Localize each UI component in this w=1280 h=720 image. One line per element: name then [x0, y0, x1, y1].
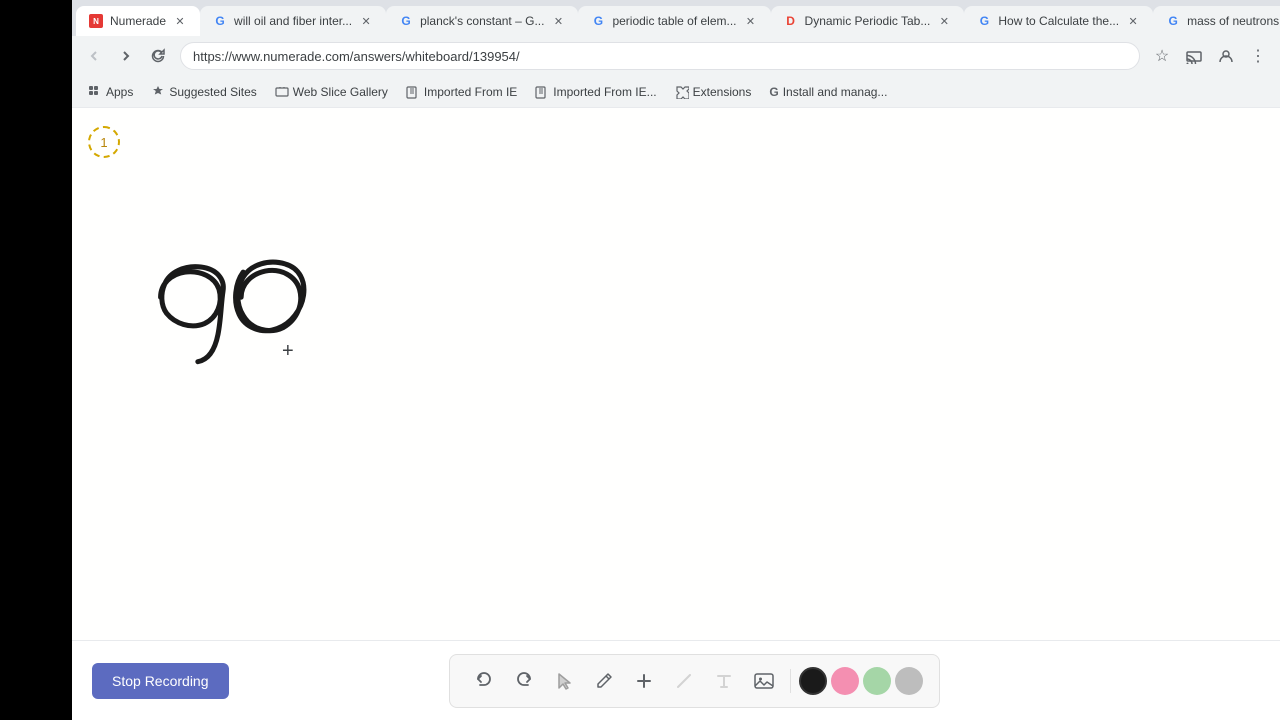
color-black[interactable] [799, 667, 827, 695]
bookmark-apps-label: Apps [106, 85, 133, 99]
navigation-toolbar: https://www.numerade.com/answers/whitebo… [72, 36, 1280, 76]
tab-plancks[interactable]: G planck's constant – G... ✕ [386, 6, 578, 36]
bookmarks-bar: Apps Suggested Sites Web Slice Gallery I… [72, 76, 1280, 108]
color-green[interactable] [863, 667, 891, 695]
tab-will-oil-close[interactable]: ✕ [358, 13, 374, 29]
page-content: 1 + Stop Recording [72, 108, 1280, 720]
cast-button[interactable] [1180, 42, 1208, 70]
tab-periodic-close[interactable]: ✕ [743, 13, 759, 29]
reload-button[interactable] [144, 42, 172, 70]
bookmark-imported1-label: Imported From IE [424, 85, 517, 99]
numerade-favicon: N [88, 13, 104, 29]
tab-plancks-title: planck's constant – G... [420, 14, 544, 28]
tab-plancks-close[interactable]: ✕ [550, 13, 566, 29]
tab-periodic[interactable]: G periodic table of elem... ✕ [578, 6, 770, 36]
bookmark-suggested[interactable]: Suggested Sites [143, 81, 264, 103]
select-tool-button[interactable] [546, 663, 582, 699]
tab-plancks-favicon: G [398, 13, 414, 29]
tab-how-to[interactable]: G How to Calculate the... ✕ [964, 6, 1153, 36]
image-tool-button[interactable] [746, 663, 782, 699]
browser-window: N Numerade ✕ G will oil and fiber inter.… [72, 0, 1280, 720]
tab-periodic-favicon: G [590, 13, 606, 29]
back-button[interactable] [80, 42, 108, 70]
add-button[interactable] [626, 663, 662, 699]
menu-button[interactable]: ⋮ [1244, 42, 1272, 70]
profile-button[interactable] [1212, 42, 1240, 70]
page-number-indicator: 1 [88, 126, 120, 158]
bookmark-imported2-label: Imported From IE... [553, 85, 656, 99]
color-pink[interactable] [831, 667, 859, 695]
tab-how-to-title: How to Calculate the... [998, 14, 1119, 28]
handwriting-canvas [72, 108, 1280, 720]
whiteboard[interactable]: 1 + Stop Recording [72, 108, 1280, 720]
tab-dynamic-title: Dynamic Periodic Tab... [805, 14, 931, 28]
tab-dynamic[interactable]: D Dynamic Periodic Tab... ✕ [771, 6, 965, 36]
tab-periodic-title: periodic table of elem... [612, 14, 736, 28]
forward-button[interactable] [112, 42, 140, 70]
color-gray[interactable] [895, 667, 923, 695]
undo-button[interactable] [466, 663, 502, 699]
tab-dynamic-favicon: D [783, 13, 799, 29]
tab-mass-favicon: G [1165, 13, 1181, 29]
bookmark-webslice[interactable]: Web Slice Gallery [267, 81, 396, 103]
bookmark-install[interactable]: G Install and manag... [761, 81, 895, 103]
bookmark-button[interactable]: ☆ [1148, 42, 1176, 70]
bookmark-imported1[interactable]: Imported From IE [398, 81, 525, 103]
bookmark-suggested-label: Suggested Sites [169, 85, 256, 99]
tab-numerade[interactable]: N Numerade ✕ [76, 6, 200, 36]
text-tool-button[interactable] [706, 663, 742, 699]
address-text: https://www.numerade.com/answers/whitebo… [193, 49, 1127, 64]
bookmark-install-label: Install and manag... [783, 85, 888, 99]
tab-will-oil[interactable]: G will oil and fiber inter... ✕ [200, 6, 386, 36]
tab-numerade-close[interactable]: ✕ [172, 13, 188, 29]
toolbar-right: ☆ ⋮ [1148, 42, 1272, 70]
tab-bar: N Numerade ✕ G will oil and fiber inter.… [72, 0, 1280, 36]
address-bar[interactable]: https://www.numerade.com/answers/whitebo… [180, 42, 1140, 70]
tab-will-oil-title: will oil and fiber inter... [234, 14, 352, 28]
pen-tool-button[interactable] [586, 663, 622, 699]
bookmark-imported2[interactable]: Imported From IE... [527, 81, 664, 103]
redo-button[interactable] [506, 663, 542, 699]
bookmark-apps[interactable]: Apps [80, 81, 141, 103]
bookmark-webslice-label: Web Slice Gallery [293, 85, 388, 99]
toolbar-separator [790, 669, 791, 693]
drawing-toolbar [449, 654, 940, 708]
bookmark-extensions[interactable]: Extensions [667, 81, 760, 103]
bookmark-extensions-label: Extensions [693, 85, 752, 99]
tab-how-to-close[interactable]: ✕ [1125, 13, 1141, 29]
tab-will-oil-favicon: G [212, 13, 228, 29]
eraser-button[interactable] [666, 663, 702, 699]
tab-dynamic-close[interactable]: ✕ [936, 13, 952, 29]
bottom-toolbar-area: Stop Recording [72, 640, 1280, 720]
cursor-crosshair: + [282, 340, 294, 363]
page-number-text: 1 [100, 135, 107, 150]
stop-recording-button[interactable]: Stop Recording [92, 663, 229, 699]
tab-how-to-favicon: G [976, 13, 992, 29]
tab-mass-title: mass of neutrons – G... [1187, 14, 1280, 28]
tab-mass[interactable]: G mass of neutrons – G... ✕ [1153, 6, 1280, 36]
tab-numerade-title: Numerade [110, 14, 166, 28]
